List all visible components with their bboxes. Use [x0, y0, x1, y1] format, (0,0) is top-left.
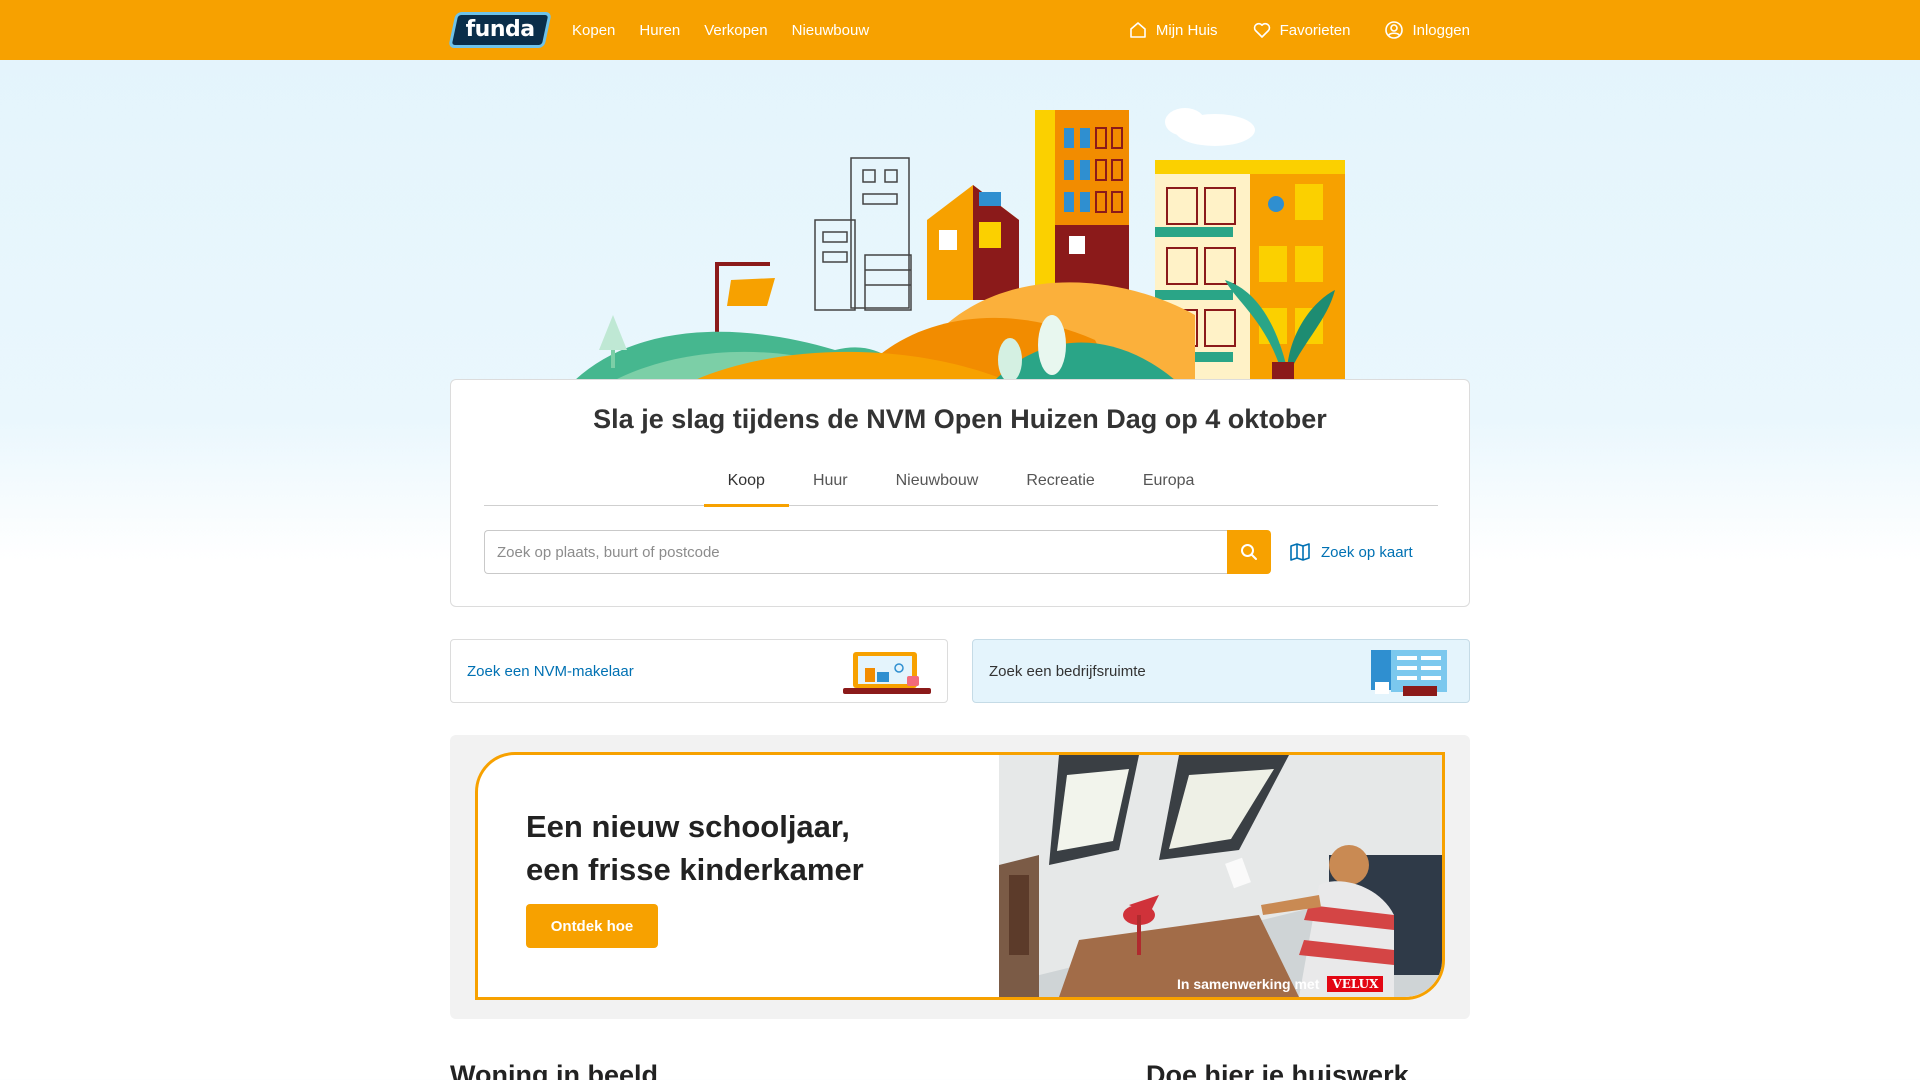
- tab-europa[interactable]: Europa: [1119, 464, 1219, 506]
- inloggen-link[interactable]: Inloggen: [1384, 20, 1470, 40]
- search-tabs: Koop Huur Nieuwbouw Recreatie Europa: [484, 464, 1438, 507]
- search-button[interactable]: [1227, 530, 1271, 574]
- office-building-illustration: [1371, 650, 1447, 696]
- house-icon: [1130, 22, 1146, 38]
- nav-huren[interactable]: Huren: [639, 22, 680, 39]
- promo-title: Een nieuw schooljaar, een frisse kinderk…: [526, 805, 926, 891]
- search-title: Sla je slag tijdens de NVM Open Huizen D…: [593, 404, 1327, 434]
- huiswerk-heading: Doe hier je huiswerk: [1146, 1060, 1409, 1080]
- woning-in-beeld-heading: Woning in beeld: [450, 1060, 658, 1080]
- partner-note-text: In samenwerking met: [1177, 976, 1320, 992]
- nav-nieuwbouw[interactable]: Nieuwbouw: [792, 22, 870, 39]
- promo-title-line-2: een frisse kinderkamer: [526, 852, 864, 887]
- velux-logo: VELUX: [1327, 976, 1384, 992]
- promo-section: Een nieuw schooljaar, een frisse kinderk…: [450, 735, 1470, 1019]
- bedrijfsruimte-card[interactable]: Zoek een bedrijfsruimte: [972, 639, 1470, 703]
- user-icon: [1385, 21, 1404, 39]
- top-navigation-bar: funda Kopen Huren Verkopen Nieuwbouw Mij…: [0, 0, 1920, 60]
- hero-illustration: [575, 108, 1345, 380]
- main-nav: Kopen Huren Verkopen Nieuwbouw: [572, 0, 869, 60]
- tab-huur[interactable]: Huur: [789, 464, 872, 506]
- mijn-huis-label: Mijn Huis: [1155, 21, 1218, 39]
- laptop-illustration: [843, 652, 931, 694]
- mijn-huis-link[interactable]: Mijn Huis: [1128, 20, 1218, 40]
- promo-title-line-1: Een nieuw schooljaar,: [526, 809, 850, 844]
- tab-nieuwbouw[interactable]: Nieuwbouw: [872, 464, 1003, 506]
- map-icon: [1290, 543, 1310, 561]
- nvm-makelaar-card[interactable]: Zoek een NVM-makelaar: [450, 639, 948, 703]
- ontdek-hoe-button[interactable]: Ontdek hoe: [526, 904, 658, 948]
- bedrijfsruimte-label: Zoek een bedrijfsruimte: [989, 662, 1146, 680]
- search-panel: Sla je slag tijdens de NVM Open Huizen D…: [450, 379, 1470, 607]
- velux-promo-banner: Een nieuw schooljaar, een frisse kinderk…: [475, 752, 1445, 1000]
- favorieten-link[interactable]: Favorieten: [1252, 20, 1351, 40]
- heart-icon: [1253, 22, 1270, 38]
- tab-recreatie[interactable]: Recreatie: [1002, 464, 1118, 506]
- search-on-map-label: Zoek op kaart: [1321, 543, 1413, 561]
- search-icon: [1241, 544, 1257, 560]
- nvm-makelaar-label: Zoek een NVM-makelaar: [467, 662, 634, 680]
- kinderkamer-photo: [999, 755, 1442, 997]
- funda-logo[interactable]: funda: [448, 12, 552, 48]
- nav-kopen[interactable]: Kopen: [572, 22, 615, 39]
- account-nav: Mijn Huis Favorieten Inloggen: [1128, 0, 1470, 60]
- partner-note: In samenwerking met VELUX: [1177, 976, 1384, 992]
- inloggen-label: Inloggen: [1412, 21, 1470, 39]
- search-on-map-link[interactable]: Zoek op kaart: [1289, 530, 1413, 574]
- search-input[interactable]: [484, 530, 1227, 574]
- favorieten-label: Favorieten: [1279, 21, 1351, 39]
- tab-koop[interactable]: Koop: [703, 464, 790, 507]
- nav-verkopen[interactable]: Verkopen: [704, 22, 767, 39]
